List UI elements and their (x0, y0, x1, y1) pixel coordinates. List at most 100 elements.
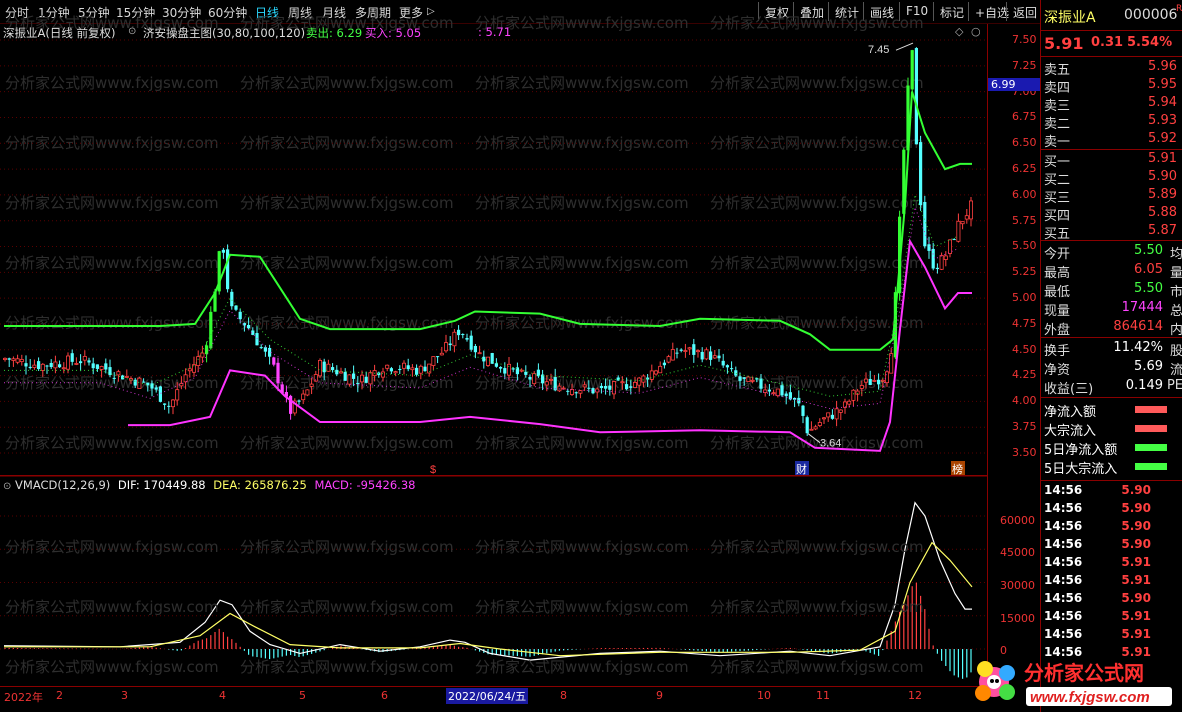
candle-body (482, 356, 486, 362)
back-button[interactable]: 返回 (1006, 2, 1043, 21)
f10-button[interactable]: F10 (899, 2, 934, 21)
candle-body (532, 373, 537, 385)
candle-body (40, 363, 45, 371)
ask-value: 5.93 (1148, 113, 1177, 128)
ask-value: 5.94 (1148, 95, 1177, 110)
vmacd-chart[interactable]: ⊙ VMACD(12,26,9) DIF: 170449.88 DEA: 265… (0, 476, 988, 686)
stat-extra: 均 (1169, 247, 1182, 262)
period-tab-60min[interactable]: 60分钟 (208, 4, 247, 21)
candle-body (700, 351, 704, 360)
candle-body (750, 379, 755, 382)
event-marker: 榜 (952, 462, 963, 476)
candle-body (910, 50, 914, 90)
period-tab-daily[interactable]: 日线 (255, 4, 279, 21)
period-tab-1min[interactable]: 1分钟 (38, 4, 70, 21)
candle-body (822, 417, 827, 420)
period-tab-multi[interactable]: 多周期 (355, 4, 391, 21)
candle-body (415, 367, 419, 375)
date-badge: 2022/06/24/五 (446, 688, 529, 704)
candle-body (637, 377, 642, 386)
candle-body (767, 389, 771, 392)
trading-window: { "toolbar":{ "periods":["分时","1分钟","5分钟… (0, 0, 1182, 712)
candle-body (133, 379, 137, 386)
candle-body (868, 378, 872, 386)
tick-time: 14:56 (1044, 573, 1083, 587)
vmacd-name: VMACD(12,26,9) (15, 478, 111, 492)
vmacd-dropdown-icon[interactable]: ⊙ (3, 481, 11, 492)
mark-button[interactable]: 标记 (933, 2, 970, 21)
period-tab-monthly[interactable]: 月线 (322, 4, 346, 21)
high-price-label: 7.45 (868, 44, 889, 56)
bid-value: 5.88 (1148, 205, 1177, 220)
candle-body (74, 363, 79, 365)
candle-body (364, 376, 368, 383)
adjust-button[interactable]: 复权 (758, 2, 795, 21)
extra-value-label: : 5.71 (478, 25, 512, 39)
stat-extra: 总 (1169, 304, 1182, 319)
event-marker: $ (430, 464, 436, 476)
diamond-icon[interactable]: ◇ (955, 25, 963, 38)
candle-body (544, 381, 549, 386)
candle-body (443, 342, 448, 352)
period-toolbar: 分时 1分钟 5分钟 15分钟 30分钟 60分钟 日线 周线 月线 多周期 更… (0, 0, 1040, 24)
overlay-button[interactable]: 叠加 (793, 2, 830, 21)
stats-button[interactable]: 统计 (828, 2, 865, 21)
ask-label: 卖二 (1044, 117, 1071, 132)
period-tab-weekly[interactable]: 周线 (288, 4, 312, 21)
price-tick-label: 7.25 (1012, 58, 1037, 72)
x-label: 6 (381, 689, 388, 702)
period-tab-more[interactable]: 更多 (399, 4, 423, 21)
tick-price: 5.90 (1121, 519, 1151, 533)
candle-body (843, 401, 848, 408)
period-tab-timeshare[interactable]: 分时 (5, 4, 29, 21)
stat-label: 今开 (1044, 247, 1071, 262)
x-label: 9 (656, 689, 663, 702)
candle-body (499, 366, 503, 369)
period-tab-30min[interactable]: 30分钟 (162, 4, 201, 21)
candle-body (343, 371, 347, 381)
candle-body (696, 350, 701, 353)
candle-body (19, 359, 24, 363)
candle-body (709, 351, 713, 360)
more-arrow-icon[interactable]: ▷ (427, 6, 435, 17)
candle-body (654, 370, 659, 375)
candle-body (734, 370, 738, 376)
candle-body (587, 387, 591, 389)
dropdown-circle-icon[interactable]: ⊙ (128, 26, 136, 37)
candle-body (116, 371, 121, 376)
candle-body (485, 356, 490, 366)
tick-price: 5.90 (1121, 483, 1151, 497)
period-tab-15min[interactable]: 15分钟 (116, 4, 155, 21)
x-label: 2022年 (4, 691, 43, 704)
candle-body (923, 202, 927, 247)
period-tab-5min[interactable]: 5分钟 (78, 4, 110, 21)
candle-body (230, 291, 234, 307)
stat2-label: 换手 (1044, 344, 1071, 359)
ask-row: 卖二 5.93 (1041, 113, 1182, 132)
candle-body (238, 311, 242, 320)
draw-line-button[interactable]: 画线 (863, 2, 900, 21)
candle-body (570, 389, 575, 395)
vmacd-tick-label: 45000 (1000, 546, 1035, 559)
bid-label: 买三 (1044, 191, 1071, 206)
candle-body (826, 412, 831, 418)
candle-body (780, 385, 784, 396)
macd-value: MACD: -95426.38 (314, 478, 416, 492)
tick-time: 14:56 (1044, 483, 1083, 497)
site-logo: 分析家公式网 www.fxjgsw.com (975, 661, 1172, 706)
candle-body (943, 255, 948, 260)
low-price-label: 3.64 (820, 438, 841, 450)
price-tick-label: 3.50 (1012, 445, 1037, 459)
candle-body (927, 244, 931, 251)
candle-body (717, 355, 721, 359)
price-tick-label: 3.75 (1012, 420, 1037, 433)
candle-body (595, 388, 600, 393)
settings-circle-icon[interactable]: ○ (971, 25, 981, 38)
price-tick-label: 4.00 (1012, 394, 1037, 408)
candle-body (658, 365, 663, 374)
flow-bar (1135, 425, 1167, 432)
main-kline-chart[interactable]: 分析家公式网www.fxjgsw.com 分析家公式网www.fxjgsw.com… (0, 14, 988, 476)
r-mark: R (1176, 4, 1182, 14)
candle-body (746, 376, 751, 382)
candle-body (158, 386, 162, 402)
